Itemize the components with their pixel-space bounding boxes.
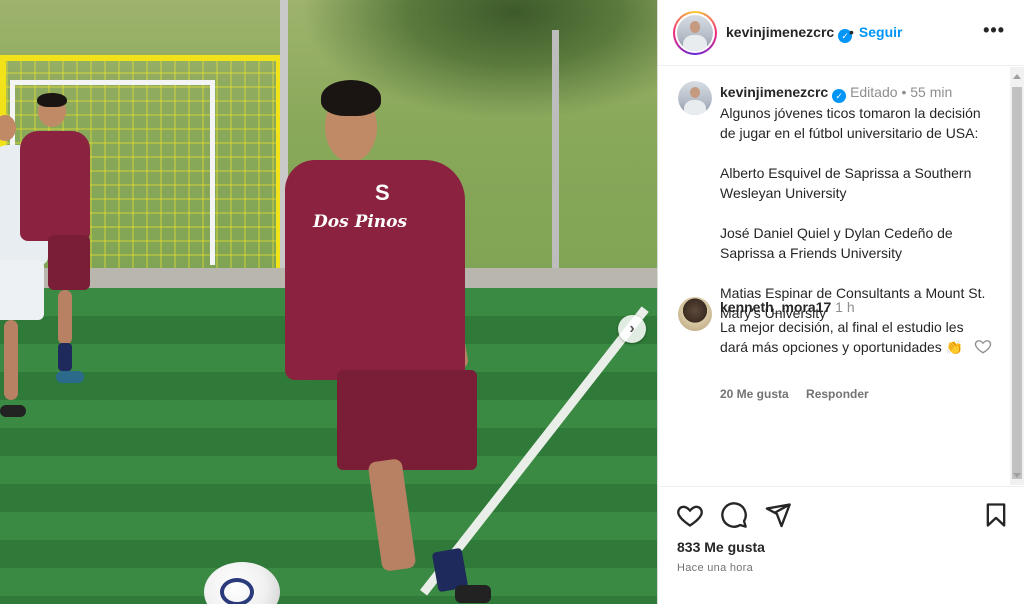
scrollbar[interactable] [1010,67,1024,485]
chest-letter: S [375,180,390,205]
scroll-up-icon[interactable] [1013,74,1021,79]
header-username[interactable]: kevinjimenezcrc ✓ [726,24,853,43]
username-text: kevinjimenezcrc [726,24,835,40]
post-header: kevinjimenezcrc ✓ • Seguir ••• [658,0,1024,66]
comment: kenneth_mora17 1 h La mejor decisión, al… [720,297,970,357]
caption: kevinjimenezcrc ✓ Editado • 55 min Alguno… [720,82,1000,323]
follow-button[interactable]: Seguir [859,24,903,40]
separator-dot: • [849,24,854,40]
caption-username[interactable]: kevinjimenezcrc [720,84,828,100]
avatar [677,15,713,51]
comments-section[interactable]: kevinjimenezcrc ✓ Editado • 55 min Alguno… [658,67,1024,485]
comment-avatar[interactable] [678,297,712,331]
edited-label: Editado [850,84,898,100]
heart-icon[interactable] [676,501,704,529]
verified-badge-icon: ✓ [832,89,847,103]
more-options-icon[interactable]: ••• [983,20,1005,41]
main-player: S Dos Pinos [285,80,495,604]
comment-icon[interactable] [720,501,748,529]
jersey-sponsor: Dos Pinos [313,212,408,232]
caption-body: Algunos jóvenes ticos tomaron la decisió… [720,105,986,321]
post-timestamp[interactable]: Hace una hora [677,562,753,574]
background-player [20,93,110,395]
pole [552,30,559,275]
likes-count[interactable]: 833 Me gusta [677,539,765,555]
caption-time: 55 min [910,84,953,100]
bookmark-icon[interactable] [982,501,1010,529]
separator-dot: • [901,84,907,100]
scrollbar-thumb[interactable] [1012,87,1022,479]
comment-body: La mejor decisión, al final el estudio l… [720,319,964,355]
chevron-right-icon: › [629,320,635,337]
follow-group: • Seguir [844,24,902,42]
comment-username[interactable]: kenneth_mora17 [720,299,831,315]
caption-avatar[interactable] [678,81,712,115]
scroll-down-icon[interactable] [1013,473,1021,478]
send-icon[interactable] [764,501,792,529]
comment-likes[interactable]: 20 Me gusta [720,387,789,401]
post-media[interactable]: S Dos Pinos › [0,0,657,604]
profile-story-ring[interactable] [673,11,717,55]
post-sidebar: kevinjimenezcrc ✓ • Seguir ••• kevinjimene… [657,0,1024,604]
reply-button[interactable]: Responder [806,387,869,401]
post-actions: 833 Me gusta Hace una hora [658,486,1024,604]
next-image-button[interactable]: › [618,315,646,343]
heart-outline-icon[interactable] [974,337,992,355]
comment-actions: 20 Me gusta Responder [720,387,869,401]
comment-time: 1 h [835,299,855,315]
